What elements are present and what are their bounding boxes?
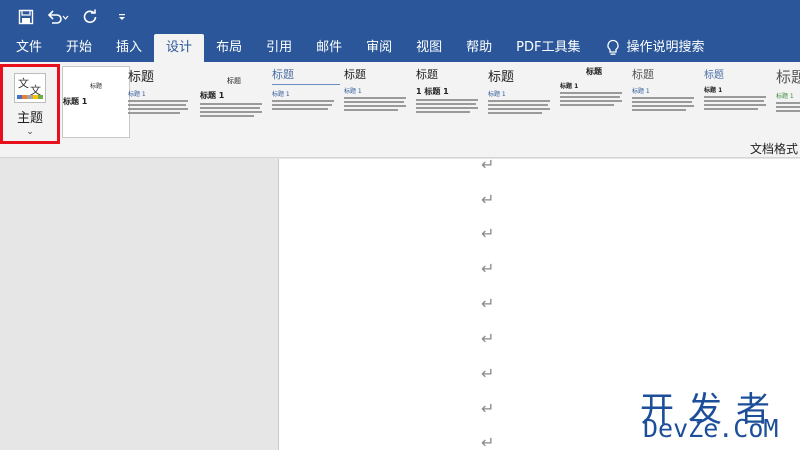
- tell-me-label: 操作说明搜索: [626, 40, 705, 55]
- design-ribbon: 文 文 主题 ⌄ 标题 标题 1 标题 标题 1 标题 标题 1 标题 标题 1…: [0, 62, 800, 158]
- paragraph-mark: ↵: [481, 155, 495, 174]
- tab-home[interactable]: 开始: [54, 34, 104, 62]
- style-set-item[interactable]: 标题 标题 1: [488, 66, 556, 138]
- tab-insert[interactable]: 插入: [104, 34, 154, 62]
- style-set-item[interactable]: 标题 标题 1: [200, 66, 268, 138]
- watermark-domain-text: DevZe.CoM: [643, 414, 779, 443]
- style-set-item[interactable]: 标题 标题 1: [62, 66, 130, 138]
- paragraph-mark: ↵: [481, 294, 495, 313]
- style-set-item[interactable]: 标题 标题 1: [272, 66, 340, 138]
- style-set-item[interactable]: 标题 标题 1: [344, 66, 412, 138]
- paragraph-mark: ↵: [481, 364, 495, 383]
- save-icon[interactable]: [14, 5, 38, 29]
- redo-icon[interactable]: [78, 5, 102, 29]
- paragraph-mark: ↵: [481, 259, 495, 278]
- style-set-item[interactable]: 标题 1 标题 1: [416, 66, 484, 138]
- tab-review[interactable]: 审阅: [354, 34, 404, 62]
- paragraph-mark: ↵: [481, 190, 495, 209]
- tell-me-search[interactable]: 操作说明搜索: [592, 34, 716, 62]
- paragraph-mark: ↵: [481, 433, 495, 450]
- style-set-gallery: 标题 标题 1 标题 标题 1 标题 标题 1 标题 标题 1 标题 标题 1 …: [62, 66, 800, 138]
- word-window: 文件 开始 插入 设计 布局 引用 邮件 审阅 视图 帮助 PDF工具集 操作说…: [0, 0, 800, 450]
- paragraph-mark: ↵: [481, 399, 495, 418]
- document-formatting-group-label: 文档格式: [749, 142, 798, 156]
- undo-icon[interactable]: [46, 5, 70, 29]
- tab-mailings[interactable]: 邮件: [304, 34, 354, 62]
- chevron-down-icon: ⌄: [26, 127, 34, 137]
- tab-view[interactable]: 视图: [404, 34, 454, 62]
- style-set-item[interactable]: 标题 标题 1: [128, 66, 196, 138]
- paragraph-mark: ↵: [481, 329, 495, 348]
- themes-button[interactable]: 文 文 主题 ⌄: [0, 64, 60, 144]
- themes-label: 主题: [16, 111, 43, 126]
- paragraph-mark: ↵: [481, 224, 495, 243]
- tab-design[interactable]: 设计: [154, 34, 205, 62]
- tab-file[interactable]: 文件: [4, 34, 54, 62]
- style-set-item[interactable]: 标题 标题 1: [704, 66, 772, 138]
- tab-references[interactable]: 引用: [254, 34, 304, 62]
- customize-toolbar-icon[interactable]: [110, 5, 134, 29]
- tab-layout[interactable]: 布局: [204, 34, 254, 62]
- tab-help[interactable]: 帮助: [454, 34, 504, 62]
- ribbon-tabs: 文件 开始 插入 设计 布局 引用 邮件 审阅 视图 帮助 PDF工具集 操作说…: [0, 34, 800, 62]
- tab-pdf-tools[interactable]: PDF工具集: [504, 34, 592, 62]
- themes-icon: 文 文: [14, 73, 46, 103]
- style-set-item[interactable]: 标题 标题 1: [560, 66, 628, 138]
- style-set-item[interactable]: 标题 标题 1: [776, 66, 800, 138]
- style-set-item[interactable]: 标题 标题 1: [632, 66, 700, 138]
- quick-access-toolbar: [0, 0, 800, 34]
- lightbulb-icon: [607, 39, 620, 55]
